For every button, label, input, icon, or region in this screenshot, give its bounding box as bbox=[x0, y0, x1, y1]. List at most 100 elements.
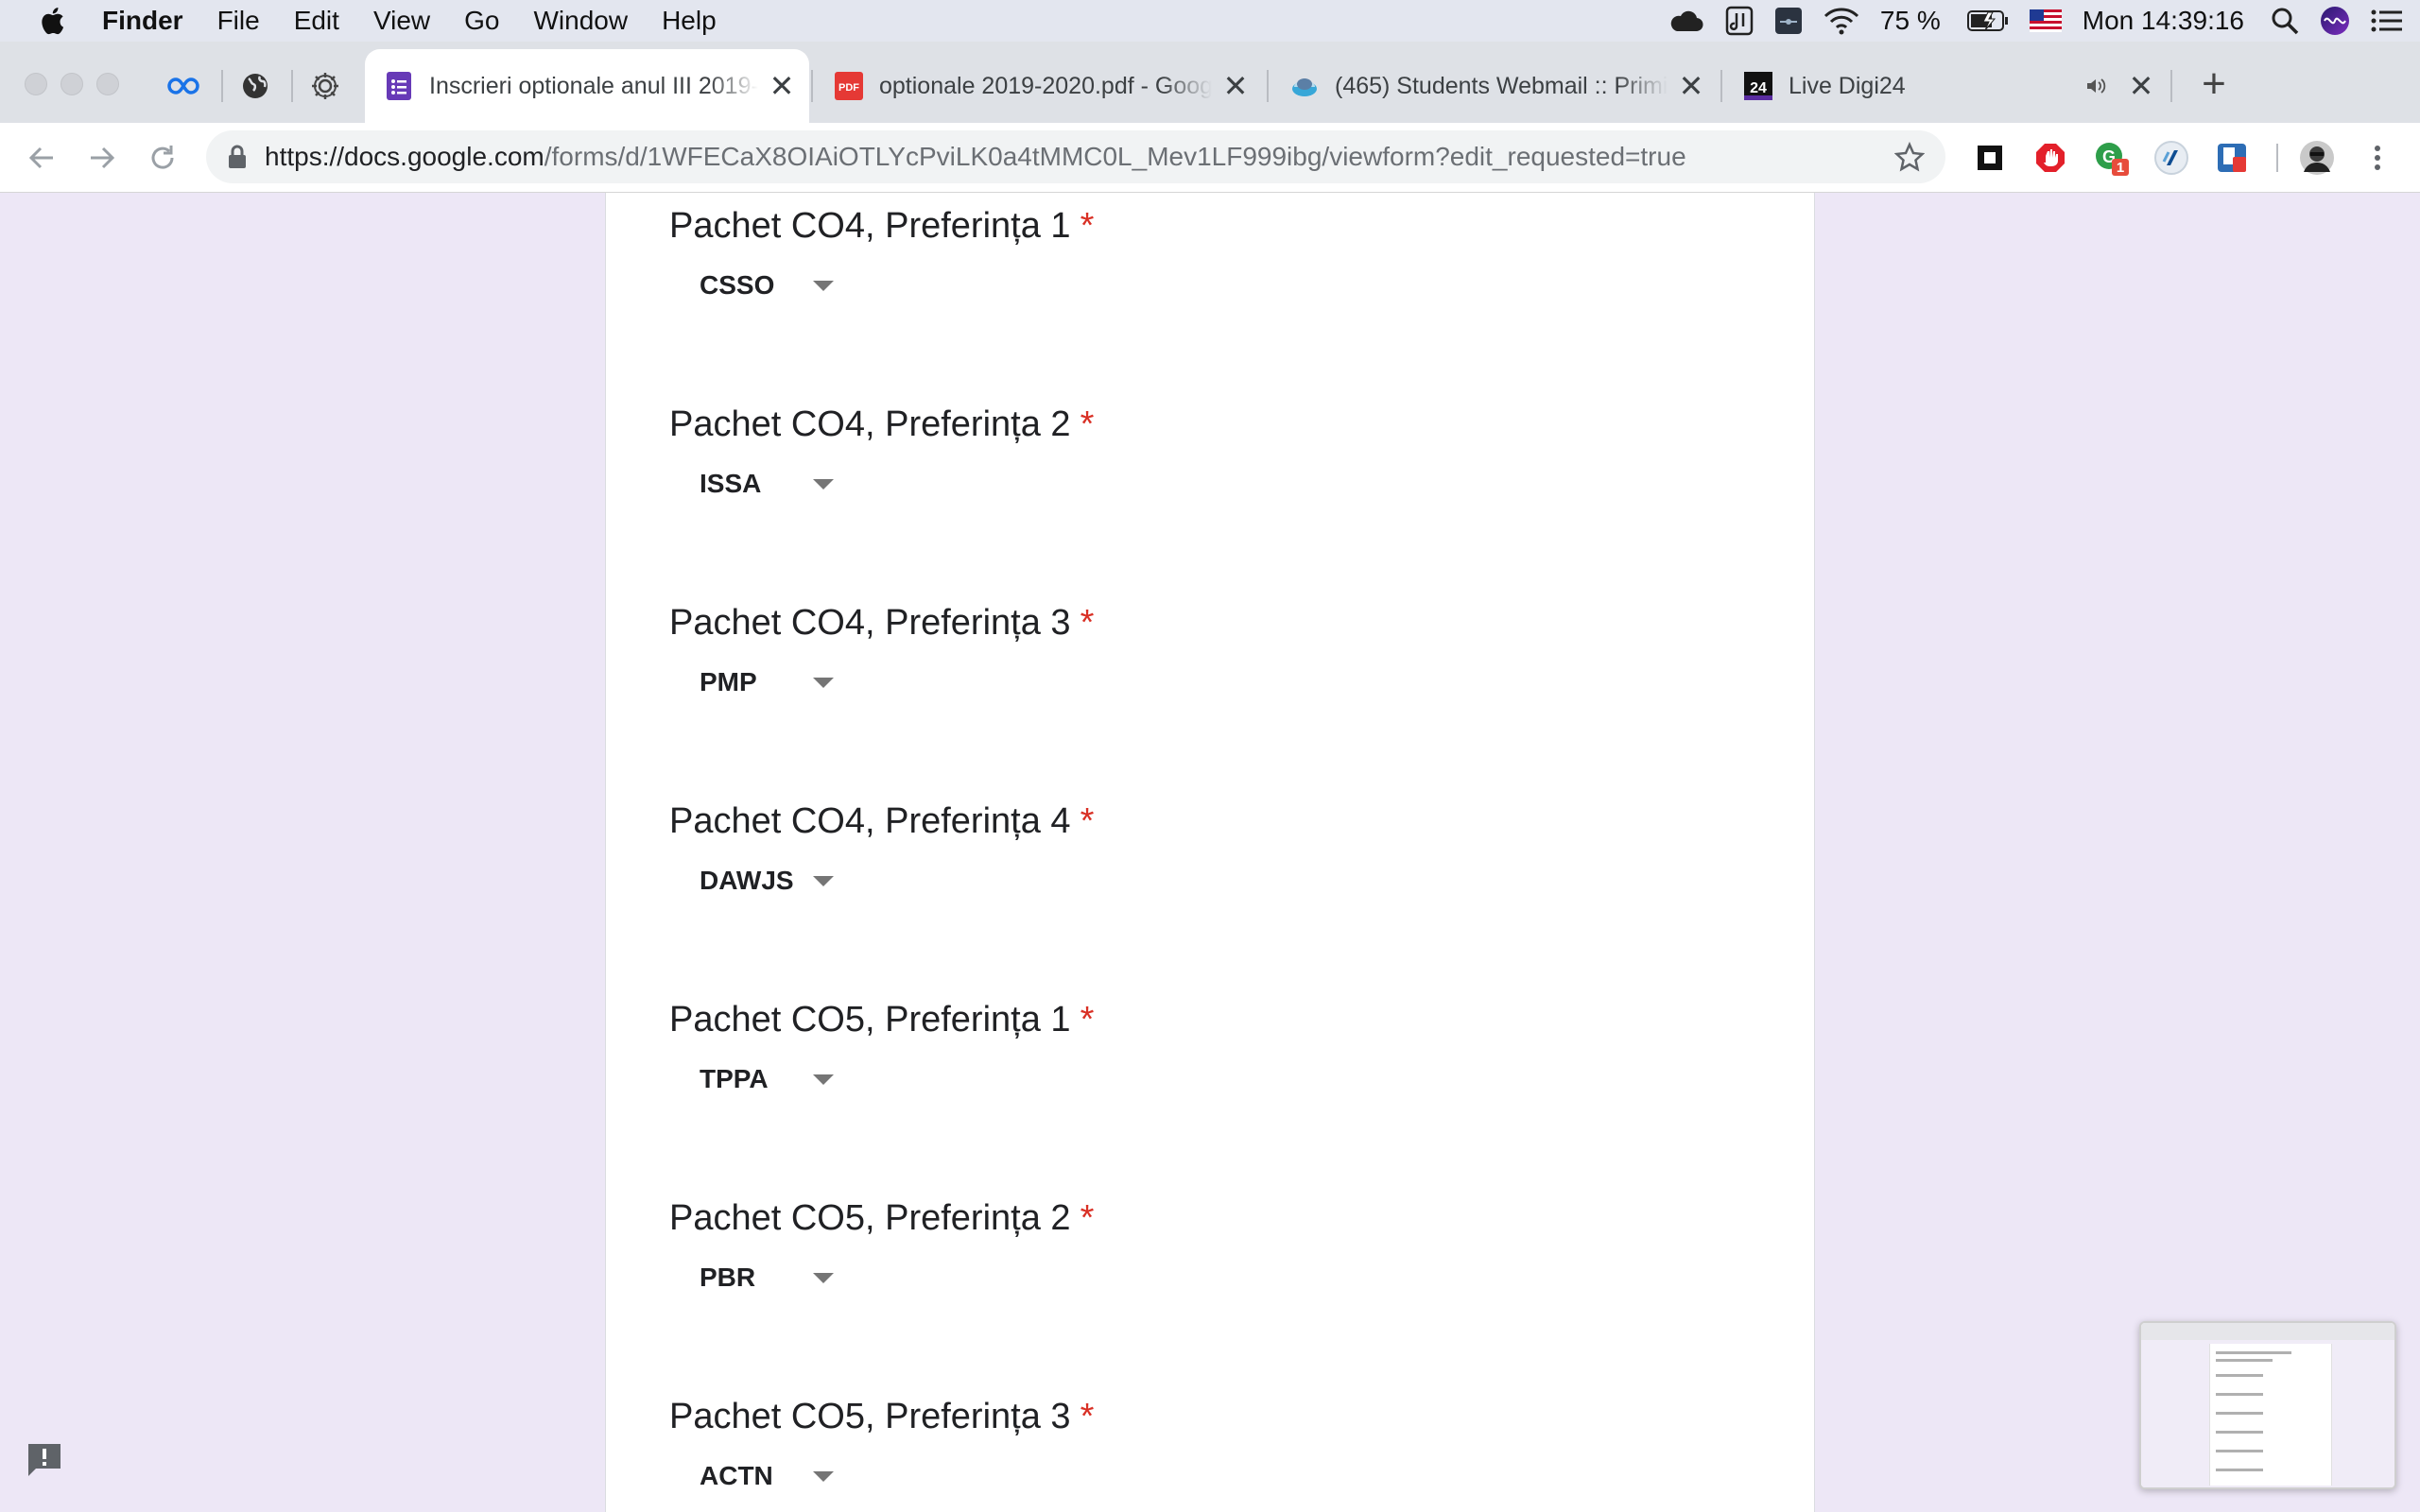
app-menu-icon[interactable] bbox=[1774, 0, 1803, 42]
menu-app-name[interactable]: Finder bbox=[102, 6, 183, 36]
required-asterisk: * bbox=[1080, 1000, 1095, 1040]
new-tab-button[interactable]: + bbox=[2195, 63, 2233, 105]
back-button[interactable] bbox=[23, 139, 60, 177]
dropdown-select[interactable]: TPPA bbox=[700, 1064, 851, 1094]
address-bar[interactable]: https://docs.google.com/forms/d/1WFECaX8… bbox=[206, 130, 1945, 183]
tab-title: optionale 2019-2020.pdf - Google Drive bbox=[879, 72, 1212, 99]
question-title: Pachet CO4, Preferința 1 bbox=[669, 206, 1071, 246]
dropdown-select[interactable]: DAWJS bbox=[700, 866, 851, 896]
dashlane-icon[interactable] bbox=[2153, 140, 2189, 176]
question-co4-pref4: Pachet CO4, Preferința 4 * DAWJS bbox=[669, 801, 1095, 895]
question-title: Pachet CO5, Preferința 1 bbox=[669, 1000, 1071, 1040]
dropdown-select[interactable]: CSSO bbox=[700, 270, 851, 301]
dropdown-select[interactable]: PBR bbox=[700, 1263, 851, 1293]
globe-icon bbox=[243, 74, 268, 98]
dropdown-select[interactable]: ACTN bbox=[700, 1461, 851, 1491]
us-flag-icon[interactable] bbox=[2029, 0, 2062, 42]
menu-edit[interactable]: Edit bbox=[294, 6, 339, 36]
lock-icon[interactable] bbox=[227, 144, 248, 170]
question-title: Pachet CO5, Preferința 2 bbox=[669, 1198, 1071, 1238]
tab-digi24[interactable]: 24 Live Digi24 ✕ bbox=[1724, 49, 2169, 123]
tab-close-button[interactable]: ✕ bbox=[2127, 71, 2155, 101]
required-asterisk: * bbox=[1080, 801, 1095, 841]
dropdown-select[interactable]: PMP bbox=[700, 667, 851, 697]
form-card: Pachet CO4, Preferința 1 * CSSO Pachet CO… bbox=[605, 193, 1815, 1512]
music-tuner-icon[interactable] bbox=[1725, 0, 1754, 42]
wifi-icon[interactable] bbox=[1824, 0, 1859, 42]
tab-google-form[interactable]: Inscrieri optionale anul III 2019-2020 ✕ bbox=[365, 49, 809, 123]
dropdown-caret-icon bbox=[813, 1470, 834, 1482]
tab-pdf-drive[interactable]: PDF optionale 2019-2020.pdf - Google Dri… bbox=[815, 49, 1263, 123]
spotlight-search-icon[interactable] bbox=[2271, 0, 2299, 42]
tab-close-button[interactable]: ✕ bbox=[768, 71, 796, 101]
window-zoom-button[interactable] bbox=[96, 73, 119, 95]
browser-tab-strip: Inscrieri optionale anul III 2019-2020 ✕… bbox=[0, 42, 2420, 123]
pinned-tab-settings[interactable] bbox=[308, 69, 342, 103]
tab-close-button[interactable]: ✕ bbox=[1677, 71, 1705, 101]
macos-menu-bar: Finder File Edit View Go Window Help 75 … bbox=[0, 0, 2420, 42]
google-forms-icon bbox=[384, 71, 414, 101]
tab-audio-icon[interactable] bbox=[2085, 74, 2110, 98]
icloud-icon[interactable] bbox=[1668, 0, 1704, 42]
apple-logo-icon[interactable] bbox=[40, 7, 64, 35]
window-close-button[interactable] bbox=[25, 73, 47, 95]
svg-text:PDF: PDF bbox=[838, 82, 859, 94]
profile-avatar[interactable] bbox=[2299, 140, 2335, 176]
question-co5-pref1: Pachet CO5, Preferința 1 * TPPA bbox=[669, 1000, 1095, 1093]
battery-charging-icon[interactable] bbox=[1966, 0, 2009, 42]
pinned-tab-infinity[interactable] bbox=[166, 69, 200, 103]
required-asterisk: * bbox=[1080, 1397, 1095, 1436]
report-feedback-icon[interactable] bbox=[25, 1440, 64, 1480]
pinned-tab-globe[interactable] bbox=[238, 69, 272, 103]
roundcube-icon bbox=[1289, 71, 1320, 101]
menu-go[interactable]: Go bbox=[464, 6, 499, 36]
extension-square-icon[interactable] bbox=[1972, 140, 2008, 176]
menu-file[interactable]: File bbox=[217, 6, 260, 36]
dropdown-caret-icon bbox=[813, 280, 834, 291]
svg-text:24: 24 bbox=[1750, 80, 1767, 96]
question-title: Pachet CO5, Preferința 3 bbox=[669, 1397, 1071, 1436]
dropdown-caret-icon bbox=[813, 875, 834, 886]
extension-badge: 1 bbox=[2117, 160, 2124, 176]
tab-title: Inscrieri optionale anul III 2019-2020 bbox=[429, 72, 758, 99]
gear-icon bbox=[312, 73, 338, 99]
reload-icon bbox=[151, 146, 174, 169]
adblock-icon[interactable] bbox=[2032, 140, 2068, 176]
browser-menu-kebab-icon[interactable] bbox=[2360, 140, 2395, 176]
notification-center-icon[interactable] bbox=[2371, 0, 2403, 42]
required-asterisk: * bbox=[1080, 404, 1095, 444]
required-asterisk: * bbox=[1080, 1198, 1095, 1238]
dropdown-caret-icon bbox=[813, 677, 834, 688]
dropdown-value: PMP bbox=[700, 667, 757, 696]
infinity-icon bbox=[167, 77, 199, 94]
reload-button[interactable] bbox=[144, 139, 182, 177]
question-co5-pref3: Pachet CO5, Preferința 3 * ACTN bbox=[669, 1397, 1095, 1490]
question-title: Pachet CO4, Preferința 2 bbox=[669, 404, 1071, 444]
menu-help[interactable]: Help bbox=[662, 6, 717, 36]
question-title: Pachet CO4, Preferința 3 bbox=[669, 603, 1071, 643]
grammar-extension-icon[interactable]: G1 bbox=[2093, 140, 2129, 176]
menu-view[interactable]: View bbox=[373, 6, 430, 36]
question-title: Pachet CO4, Preferința 4 bbox=[669, 801, 1071, 841]
siri-icon[interactable] bbox=[2320, 0, 2350, 42]
menubar-clock[interactable]: Mon 14:39:16 bbox=[2083, 6, 2244, 36]
dropdown-value: DAWJS bbox=[700, 866, 794, 895]
dropdown-select[interactable]: ISSA bbox=[700, 469, 851, 499]
tab-webmail[interactable]: (465) Students Webmail :: Primire ✕ bbox=[1270, 49, 1719, 123]
menu-window[interactable]: Window bbox=[533, 6, 628, 36]
window-minimize-button[interactable] bbox=[60, 73, 83, 95]
save-extension-icon[interactable] bbox=[2214, 140, 2250, 176]
battery-percent[interactable]: 75 % bbox=[1880, 6, 1941, 36]
browser-toolbar: https://docs.google.com/forms/d/1WFECaX8… bbox=[0, 123, 2420, 193]
forward-button[interactable] bbox=[83, 139, 121, 177]
tab-close-button[interactable]: ✕ bbox=[1221, 71, 1250, 101]
dropdown-value: TPPA bbox=[700, 1064, 769, 1093]
dropdown-value: PBR bbox=[700, 1263, 756, 1292]
page-viewport: Pachet CO4, Preferința 1 * CSSO Pachet CO… bbox=[0, 193, 2420, 1512]
question-co4-pref2: Pachet CO4, Preferința 2 * ISSA bbox=[669, 404, 1095, 498]
screenshot-thumbnail-preview[interactable] bbox=[2139, 1321, 2396, 1489]
tab-title: (465) Students Webmail :: Primire bbox=[1335, 72, 1668, 99]
bookmark-star-icon[interactable] bbox=[1894, 142, 1925, 172]
required-asterisk: * bbox=[1080, 206, 1095, 246]
url-path: /forms/d/1WFECaX8OIAiOTLYcPviLK0a4tMMC0L… bbox=[544, 142, 1686, 171]
